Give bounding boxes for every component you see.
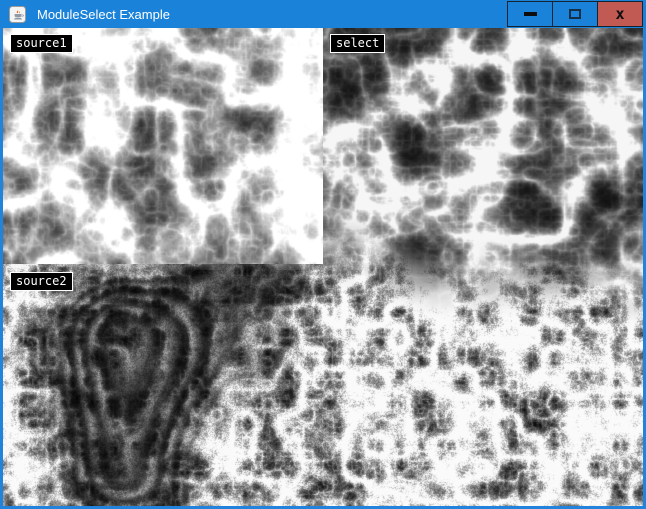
render-area: source1 select source2 <box>3 28 643 506</box>
source1-image <box>3 28 323 264</box>
java-app-icon <box>9 6 26 23</box>
app-window: ModuleSelect Example x source1 select so… <box>0 0 646 509</box>
label-source2: source2 <box>10 272 73 291</box>
maximize-button[interactable] <box>552 1 598 27</box>
label-source1: source1 <box>10 34 73 53</box>
label-select: select <box>330 34 385 53</box>
source2-image <box>3 270 323 506</box>
close-icon: x <box>615 7 624 22</box>
maximize-icon <box>569 9 581 19</box>
window-controls: x <box>508 1 643 27</box>
minimize-button[interactable] <box>507 1 553 27</box>
minimize-icon <box>524 12 537 16</box>
titlebar[interactable]: ModuleSelect Example x <box>0 0 646 28</box>
window-title: ModuleSelect Example <box>37 7 170 22</box>
close-button[interactable]: x <box>597 1 643 27</box>
